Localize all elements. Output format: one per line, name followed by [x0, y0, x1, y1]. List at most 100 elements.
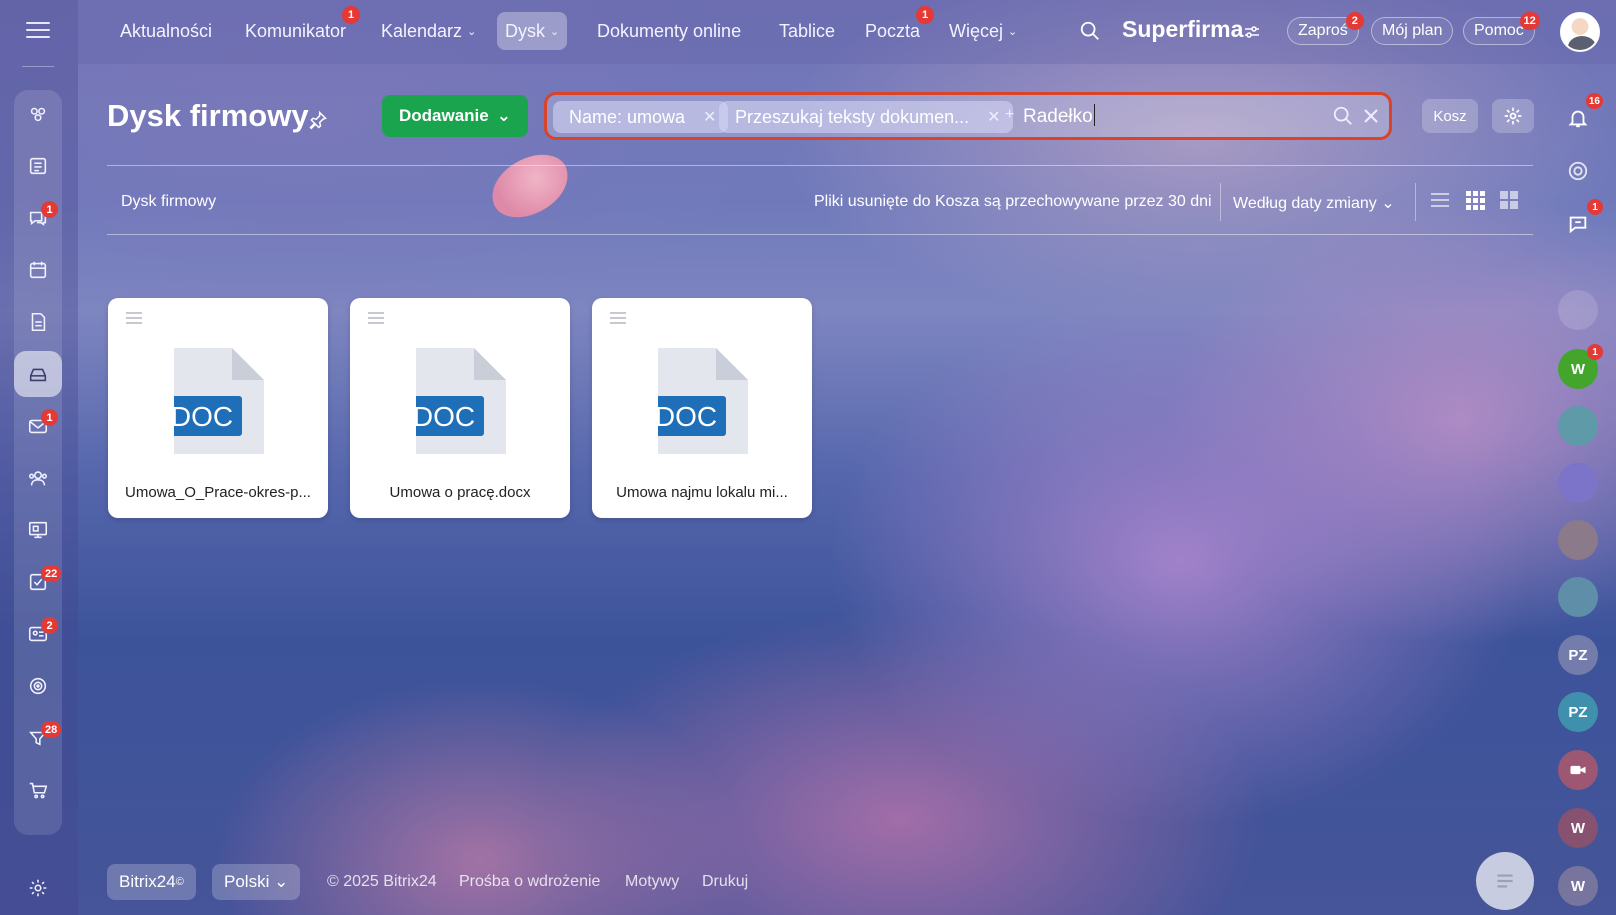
file-type-label: DOC — [416, 401, 475, 432]
menu-icon[interactable] — [26, 22, 50, 40]
nav-item-mail[interactable]: Poczta 1 — [857, 6, 935, 50]
clear-icon[interactable] — [1362, 107, 1380, 125]
toolbar-separator — [1220, 183, 1221, 221]
chat-fab-button[interactable] — [1476, 852, 1534, 910]
rail-user-avatar[interactable]: W1 — [1558, 344, 1603, 389]
chip-remove-icon[interactable]: ✕ — [703, 107, 716, 127]
rail-user-avatar[interactable]: PZ — [1558, 635, 1598, 675]
nav-item-news[interactable]: Aktualności — [112, 12, 220, 50]
rail-group-avatar[interactable] — [1558, 520, 1598, 560]
add-filter-icon[interactable]: + — [1005, 106, 1014, 124]
list-view-icon[interactable] — [1428, 188, 1452, 212]
add-button[interactable]: Dodawanie ⌄ — [382, 95, 528, 137]
divider — [107, 165, 1533, 166]
pin-icon[interactable] — [308, 110, 328, 130]
sidebar-item-employees[interactable] — [14, 455, 62, 501]
sidebar-item-presentations[interactable] — [14, 507, 62, 553]
notifications-button[interactable]: 16 — [1558, 93, 1603, 138]
breadcrumb[interactable]: Dysk firmowy — [121, 193, 216, 211]
sidebar-item-chats[interactable]: 1 — [14, 195, 62, 241]
doc-file-icon: DOC — [174, 348, 264, 454]
nav-label: Aktualności — [120, 20, 213, 41]
employees-icon — [28, 471, 48, 486]
activity-button[interactable] — [1558, 151, 1598, 191]
calendar-icon — [29, 261, 47, 279]
file-menu-icon[interactable] — [368, 312, 384, 324]
file-menu-icon[interactable] — [610, 312, 626, 324]
chip-label: Przeszukaj teksty dokumen... — [735, 106, 970, 127]
settings-button[interactable] — [1492, 99, 1534, 133]
rail-video-button[interactable] — [1558, 750, 1598, 790]
footer-link-themes[interactable]: Motywy — [625, 873, 679, 891]
file-card[interactable]: DOC Umowa najmu lokalu mi... — [592, 298, 812, 518]
sidebar-item-news[interactable] — [14, 143, 62, 189]
sidebar-item-shop[interactable] — [14, 767, 62, 813]
sidebar-item-mail[interactable]: 1 — [14, 403, 62, 449]
nav-label: Dysk — [505, 20, 545, 41]
large-tiles-icon[interactable] — [1497, 188, 1521, 212]
company-name[interactable]: Superfirma — [1122, 16, 1243, 43]
file-name[interactable]: Umowa najmu lokalu mi... — [602, 484, 802, 501]
help-button[interactable]: Pomoc 12 — [1463, 12, 1540, 45]
nav-label: Dokumenty online — [597, 20, 742, 41]
sidebar-item-sites[interactable]: 28 — [14, 715, 62, 761]
file-name[interactable]: Umowa o pracę.docx — [360, 484, 560, 501]
nav-item-boards[interactable]: Tablice — [771, 12, 843, 50]
doc-file-icon: DOC — [658, 348, 748, 454]
background-petal — [483, 147, 577, 225]
nav-item-calendar[interactable]: Kalendarz ⌄ — [373, 12, 484, 50]
rail-avatar-placeholder[interactable] — [1558, 290, 1598, 330]
sidebar-item-drive[interactable] — [14, 351, 62, 397]
sidebar-item-feed[interactable] — [14, 91, 62, 137]
my-plan-button[interactable]: Mój plan — [1371, 17, 1454, 45]
sidebar-item-tasks[interactable]: 22 — [14, 559, 62, 605]
news-icon — [29, 157, 47, 175]
chat-rail-button[interactable]: 1 — [1558, 199, 1603, 244]
file-card[interactable]: DOC Umowa o pracę.docx — [350, 298, 570, 518]
sidebar-item-marketing[interactable] — [14, 663, 62, 709]
search-query: Radełko — [1023, 106, 1093, 127]
search-icon[interactable] — [1079, 20, 1101, 42]
sliders-icon[interactable] — [1244, 24, 1260, 40]
rail-user-avatar[interactable]: W — [1558, 866, 1598, 906]
search-filter-box[interactable]: Name: umowa ✕ Przeszukaj teksty dokumen..… — [544, 92, 1392, 140]
rail-group-avatar[interactable] — [1558, 406, 1598, 446]
nav-label: Poczta — [865, 20, 921, 41]
gear-icon — [1504, 107, 1522, 125]
rail-user-avatar[interactable]: W — [1558, 808, 1598, 848]
rail-group-avatar[interactable] — [1558, 463, 1598, 503]
sort-dropdown[interactable]: Według daty zmiany ⌄ — [1233, 193, 1395, 213]
file-card[interactable]: DOC Umowa_O_Prace-okres-p... — [108, 298, 328, 518]
user-avatar[interactable] — [1560, 12, 1600, 52]
sidebar-item-calendar[interactable] — [14, 247, 62, 293]
rail-group-avatar[interactable] — [1558, 577, 1598, 617]
invite-badge: 2 — [1345, 12, 1364, 30]
trash-button[interactable]: Kosz — [1422, 99, 1478, 133]
language-selector[interactable]: Polski ⌄ — [212, 864, 301, 900]
footer-link-implementation[interactable]: Prośba o wdrożenie — [459, 873, 600, 891]
grid-view-icon[interactable] — [1463, 188, 1487, 212]
notifications-badge: 16 — [1585, 93, 1603, 109]
footer-link-print[interactable]: Drukuj — [702, 873, 748, 891]
file-type-label: DOC — [658, 401, 717, 432]
sidebar-item-crm[interactable]: 2 — [14, 611, 62, 657]
search-icon[interactable] — [1332, 105, 1354, 127]
rail-user-avatar[interactable]: PZ — [1558, 692, 1598, 732]
invite-button[interactable]: Zaproś 2 — [1287, 12, 1364, 45]
file-name[interactable]: Umowa_O_Prace-okres-p... — [118, 484, 318, 501]
filter-chip-name[interactable]: Name: umowa ✕ — [553, 101, 729, 133]
nav-item-online-docs[interactable]: Dokumenty online — [589, 12, 749, 50]
left-sidebar: 1 1 22 2 28 — [0, 0, 78, 915]
bitrix24-button[interactable]: Bitrix24 © — [107, 864, 196, 900]
nav-item-more[interactable]: Więcej ⌄ — [941, 12, 1025, 50]
sidebar-divider — [22, 66, 54, 67]
sidebar-item-documents[interactable] — [14, 299, 62, 345]
search-input[interactable]: Radełko — [1023, 104, 1096, 128]
chip-remove-icon[interactable]: ✕ — [987, 107, 1000, 127]
nav-item-drive[interactable]: Dysk ⌄ — [497, 12, 568, 50]
feed-icon — [30, 107, 46, 122]
file-menu-icon[interactable] — [126, 312, 142, 324]
nav-item-messenger[interactable]: Komunikator 1 — [237, 6, 361, 50]
sidebar-item-settings[interactable] — [14, 865, 62, 911]
filter-chip-fulltext[interactable]: Przeszukaj teksty dokumen... ✕ — [719, 101, 1013, 133]
